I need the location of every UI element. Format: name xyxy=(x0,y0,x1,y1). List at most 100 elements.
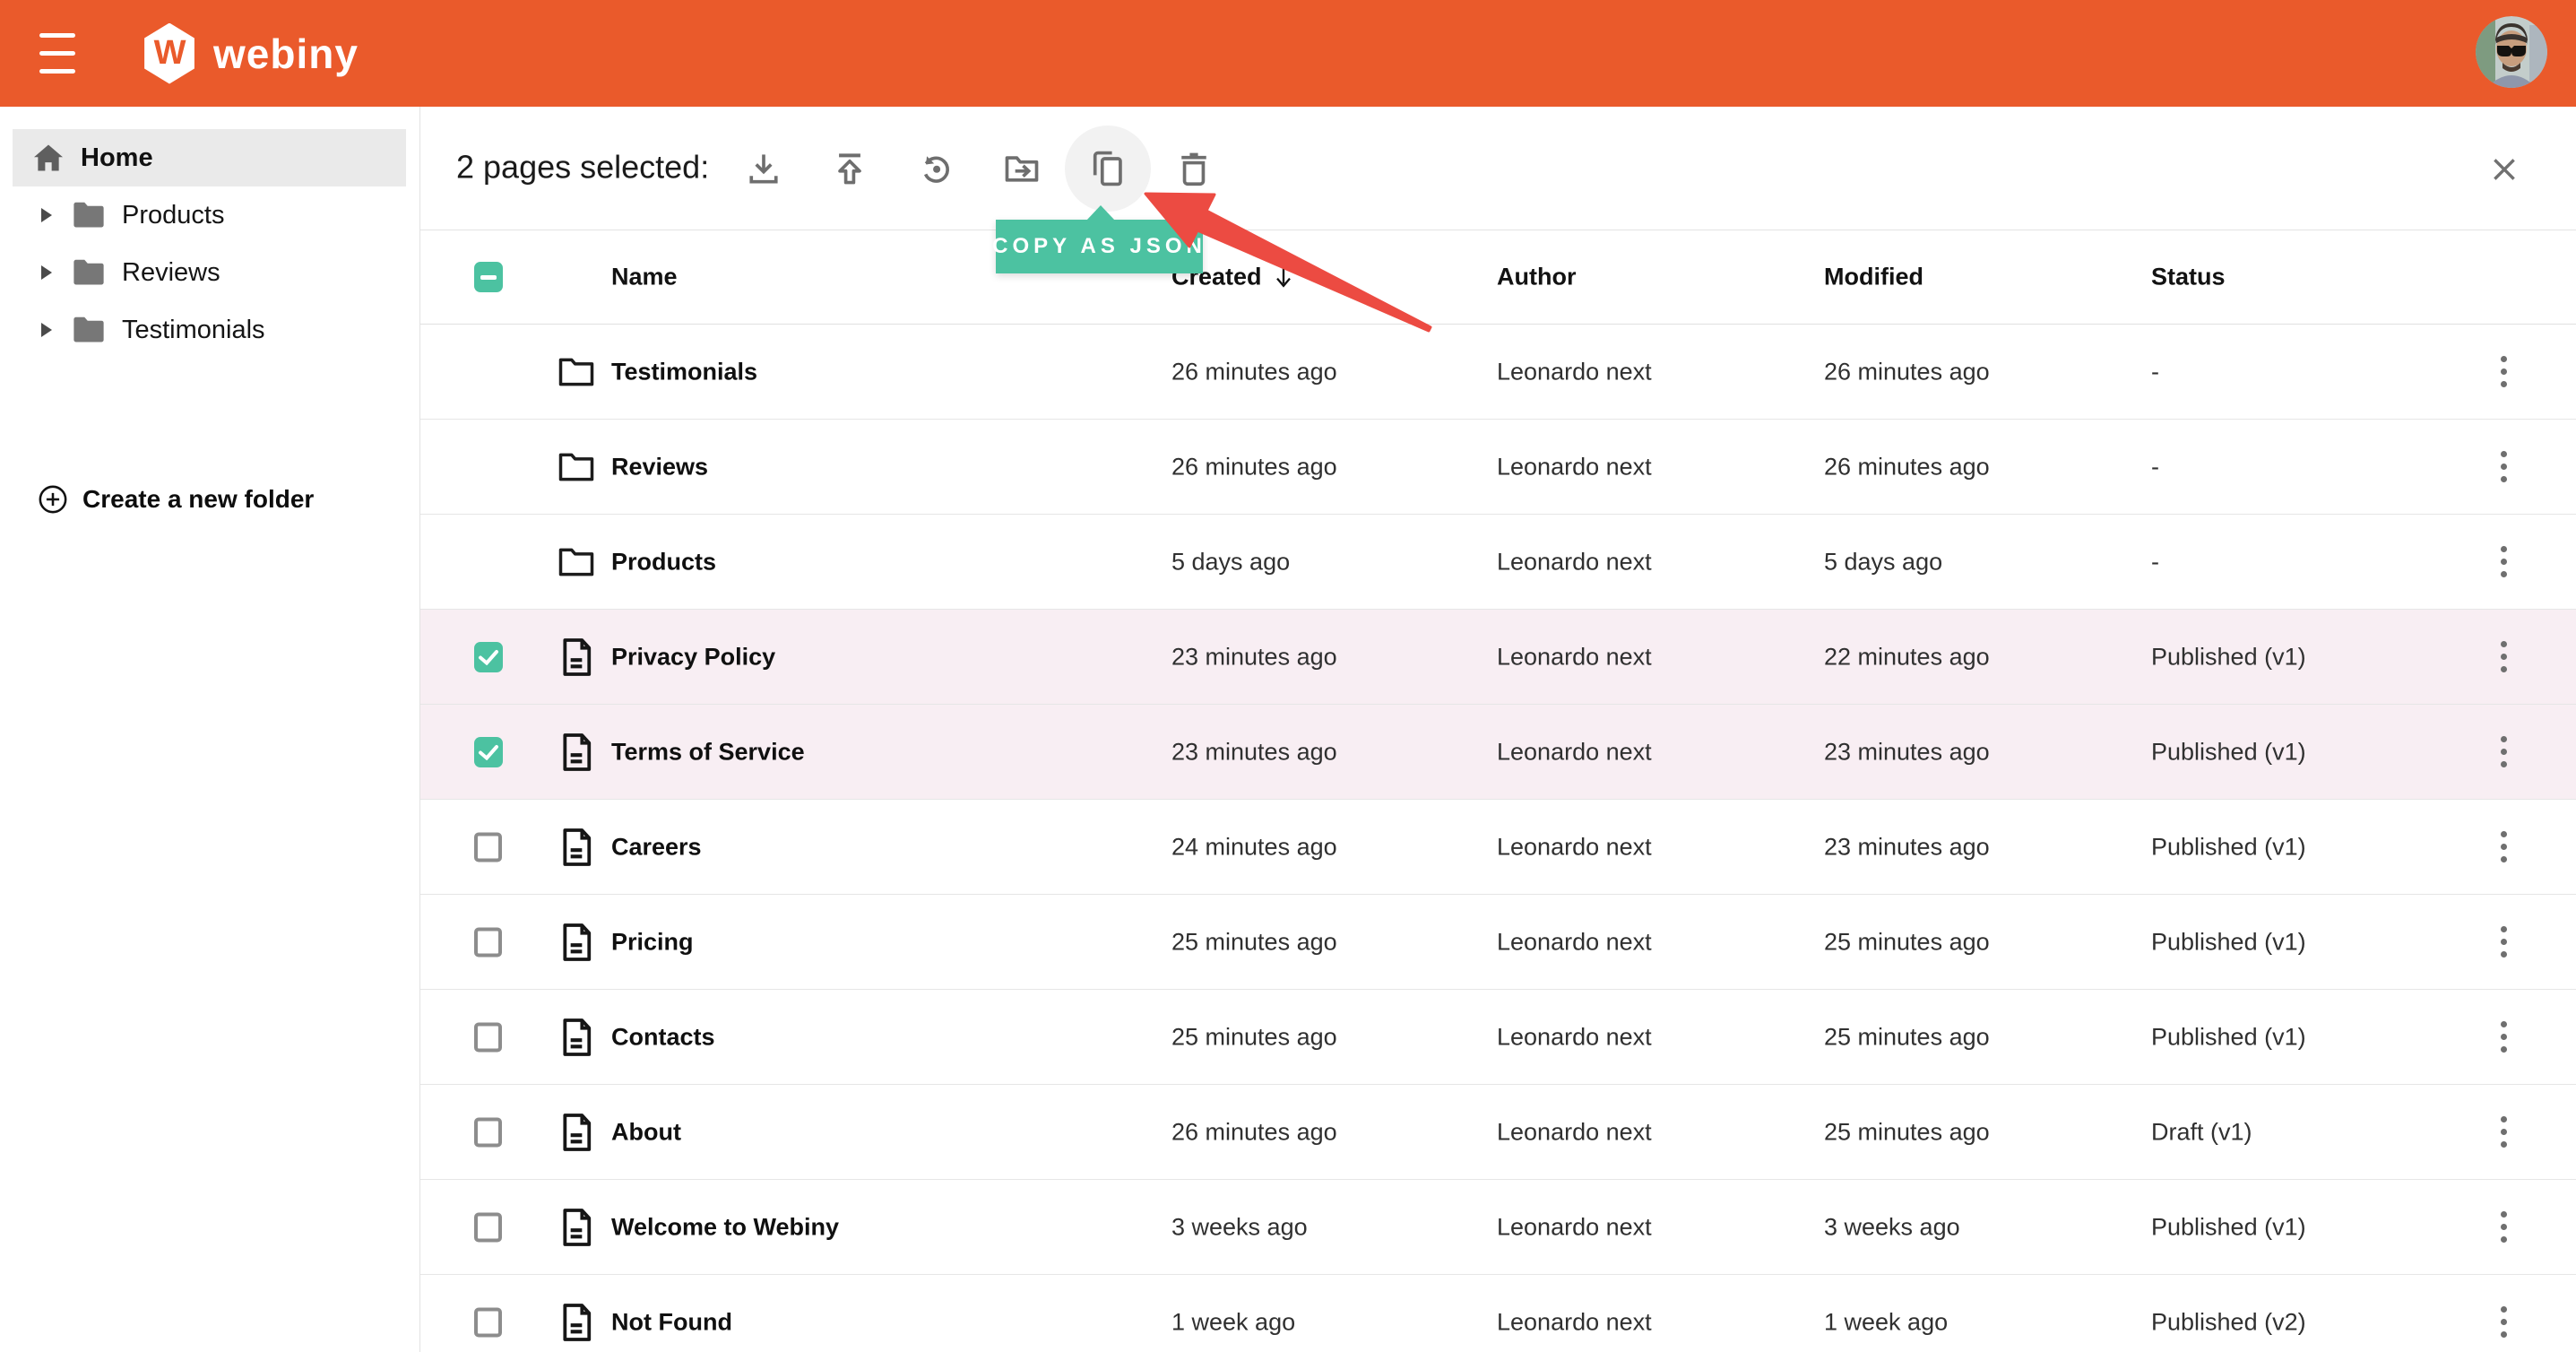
folder-icon xyxy=(558,546,595,578)
row-checkbox[interactable] xyxy=(474,642,503,672)
row-modified: 25 minutes ago xyxy=(1824,928,1990,956)
row-created: 5 days ago xyxy=(1171,548,1290,576)
row-name: Welcome to Webiny xyxy=(611,1213,839,1241)
row-author: Leonardo next xyxy=(1497,643,1652,671)
sidebar-folder-products[interactable]: Products xyxy=(0,186,419,244)
row-menu-button[interactable] xyxy=(2491,1109,2516,1156)
row-modified: 23 minutes ago xyxy=(1824,738,1990,766)
row-menu-button[interactable] xyxy=(2491,824,2516,871)
row-name: About xyxy=(611,1118,681,1146)
row-menu-button[interactable] xyxy=(2491,1014,2516,1061)
row-checkbox[interactable] xyxy=(474,927,502,957)
document-icon xyxy=(559,827,593,868)
close-icon xyxy=(2489,154,2520,185)
row-status: - xyxy=(2151,548,2159,576)
row-checkbox[interactable] xyxy=(474,1307,502,1337)
column-header-status[interactable]: Status xyxy=(2151,264,2226,291)
copy-button[interactable] xyxy=(1088,149,1128,188)
table-row[interactable]: Welcome to Webiny 3 weeks ago Leonardo n… xyxy=(420,1180,2576,1275)
row-menu-button[interactable] xyxy=(2491,539,2516,585)
row-author: Leonardo next xyxy=(1497,358,1652,386)
sidebar-folder-testimonials[interactable]: Testimonials xyxy=(0,301,419,359)
close-selection-button[interactable] xyxy=(2489,154,2520,185)
delete-button[interactable] xyxy=(1174,149,1214,188)
row-modified: 3 weeks ago xyxy=(1824,1213,1960,1241)
avatar-photo xyxy=(2476,16,2547,88)
table-row[interactable]: Privacy Policy 23 minutes ago Leonardo n… xyxy=(420,610,2576,705)
copy-as-json-tooltip: COPY AS JSON xyxy=(996,220,1203,273)
table-row[interactable]: Pricing 25 minutes ago Leonardo next 25 … xyxy=(420,895,2576,990)
table-row[interactable]: Testimonials 26 minutes ago Leonardo nex… xyxy=(420,325,2576,420)
row-author: Leonardo next xyxy=(1497,1213,1652,1241)
row-modified: 22 minutes ago xyxy=(1824,643,1990,671)
row-checkbox[interactable] xyxy=(474,1022,502,1052)
row-status: Draft (v1) xyxy=(2151,1118,2252,1146)
document-icon xyxy=(559,1207,593,1248)
column-header-name[interactable]: Name xyxy=(611,264,678,291)
folder-icon xyxy=(72,258,106,287)
check-icon xyxy=(478,649,499,665)
row-status: Published (v1) xyxy=(2151,928,2306,956)
row-created: 26 minutes ago xyxy=(1171,453,1337,481)
column-header-modified[interactable]: Modified xyxy=(1824,264,1923,291)
table-body: Testimonials 26 minutes ago Leonardo nex… xyxy=(420,325,2576,1352)
create-folder-button[interactable]: Create a new folder xyxy=(0,471,314,528)
document-icon xyxy=(559,1017,593,1058)
expand-icon[interactable] xyxy=(41,208,52,222)
row-modified: 26 minutes ago xyxy=(1824,358,1990,386)
row-menu-button[interactable] xyxy=(2491,634,2516,680)
row-menu-button[interactable] xyxy=(2491,919,2516,966)
move-to-folder-button[interactable] xyxy=(1002,149,1042,188)
row-menu-button[interactable] xyxy=(2491,444,2516,490)
sidebar: Home ProductsReviewsTestimonials Create … xyxy=(0,107,420,1352)
upload-button[interactable] xyxy=(830,149,869,188)
row-modified: 5 days ago xyxy=(1824,548,1942,576)
sidebar-item-label: Home xyxy=(81,143,153,173)
row-checkbox[interactable] xyxy=(474,1117,502,1147)
table-row[interactable]: Reviews 26 minutes ago Leonardo next 26 … xyxy=(420,420,2576,515)
select-all-checkbox[interactable] xyxy=(474,262,503,292)
row-modified: 1 week ago xyxy=(1824,1308,1948,1336)
table-row[interactable]: Careers 24 minutes ago Leonardo next 23 … xyxy=(420,800,2576,895)
row-checkbox[interactable] xyxy=(474,832,502,862)
menu-icon[interactable] xyxy=(39,33,75,74)
row-menu-button[interactable] xyxy=(2491,349,2516,395)
expand-icon[interactable] xyxy=(41,265,52,280)
row-author: Leonardo next xyxy=(1497,1118,1652,1146)
row-checkbox[interactable] xyxy=(474,1212,502,1242)
avatar[interactable] xyxy=(2476,16,2547,88)
document-icon xyxy=(559,732,593,773)
row-menu-button[interactable] xyxy=(2491,1299,2516,1346)
brand-name: webiny xyxy=(213,30,359,78)
restore-icon xyxy=(916,149,955,188)
table-row[interactable]: Not Found 1 week ago Leonardo next 1 wee… xyxy=(420,1275,2576,1352)
check-icon xyxy=(478,744,499,760)
plus-circle-icon xyxy=(38,484,68,515)
folder-icon xyxy=(558,451,595,483)
restore-button[interactable] xyxy=(916,149,955,188)
trash-icon xyxy=(1174,149,1214,188)
download-button[interactable] xyxy=(744,149,783,188)
table-row[interactable]: Terms of Service 23 minutes ago Leonardo… xyxy=(420,705,2576,800)
row-created: 1 week ago xyxy=(1171,1308,1295,1336)
expand-icon[interactable] xyxy=(41,323,52,337)
table-row[interactable]: About 26 minutes ago Leonardo next 25 mi… xyxy=(420,1085,2576,1180)
home-icon xyxy=(32,143,65,172)
column-header-author[interactable]: Author xyxy=(1497,264,1576,291)
row-created: 26 minutes ago xyxy=(1171,358,1337,386)
row-checkbox[interactable] xyxy=(474,737,503,767)
app-root: W webiny xyxy=(0,0,2576,1352)
row-author: Leonardo next xyxy=(1497,548,1652,576)
folder-tree: ProductsReviewsTestimonials xyxy=(0,186,419,359)
row-menu-button[interactable] xyxy=(2491,729,2516,776)
sidebar-item-home[interactable]: Home xyxy=(13,129,406,186)
download-icon xyxy=(744,149,783,188)
sidebar-folder-reviews[interactable]: Reviews xyxy=(0,244,419,301)
table-row[interactable]: Contacts 25 minutes ago Leonardo next 25… xyxy=(420,990,2576,1085)
table-row[interactable]: Products 5 days ago Leonardo next 5 days… xyxy=(420,515,2576,610)
row-menu-button[interactable] xyxy=(2491,1204,2516,1251)
row-status: - xyxy=(2151,453,2159,481)
copy-icon xyxy=(1088,149,1128,188)
upload-icon xyxy=(830,149,869,188)
row-modified: 23 minutes ago xyxy=(1824,833,1990,861)
